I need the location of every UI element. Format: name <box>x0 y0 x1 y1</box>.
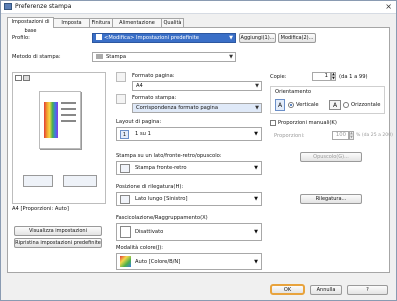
orientation-label: Orientamento <box>275 89 312 95</box>
collate-label: Fascicolazione/Raggruppamento(X) <box>116 215 208 221</box>
output-size-icon <box>116 94 126 104</box>
binding-label: Posizione di rilegatura(H): <box>116 184 184 190</box>
binding-icon <box>120 195 130 204</box>
chevron-down-icon: ▼ <box>254 131 258 137</box>
collate-select[interactable]: Disattivato ▼ <box>116 223 262 241</box>
tab-page-setup[interactable]: Imposta pagina <box>53 18 90 35</box>
page-size-value: A4 <box>136 83 143 89</box>
duplex-preview-icon <box>23 175 53 187</box>
binding-button[interactable]: Rilegatura... <box>300 194 362 204</box>
restore-defaults-button[interactable]: Ripristina impostazioni predefinite <box>14 238 102 248</box>
manual-scaling-checkbox[interactable] <box>270 120 276 126</box>
preview-mode-icon[interactable] <box>15 75 22 81</box>
window-title: Preferenze stampa <box>15 3 72 10</box>
scaling-input[interactable]: 100 <box>332 131 349 140</box>
scaling-range: % (da 25 a 200) <box>356 133 393 138</box>
copies-range: (da 1 a 99) <box>339 74 368 80</box>
duplex-select[interactable]: Stampa fronte-retro ▼ <box>116 161 262 175</box>
printer-app-icon <box>4 3 12 10</box>
profile-icon <box>96 34 102 40</box>
booklet-button[interactable]: Opuscolo(G)... <box>300 152 362 162</box>
print-preferences-window: Preferenze stampa × Impostazioni di base… <box>0 0 397 301</box>
chevron-down-icon: ▼ <box>254 229 258 235</box>
printer-icon <box>96 54 103 59</box>
duplex-label: Stampa su un lato/fronte-retro/opuscolo: <box>116 153 222 159</box>
output-method-value: Stampa <box>106 54 127 60</box>
page-size-icon <box>116 72 126 82</box>
page-layout-icon: 1 <box>120 130 129 139</box>
profile-select[interactable]: <Modifica> Impostazioni predefinite ▼ <box>92 33 236 43</box>
chevron-down-icon: ▼ <box>229 54 233 60</box>
tab-quality[interactable]: Qualità <box>161 18 184 27</box>
landscape-label: Orizzontale <box>351 102 381 108</box>
duplex-icon <box>120 164 130 173</box>
page-preview <box>39 91 81 149</box>
preview-color-bars <box>44 102 58 138</box>
preview-caption: A4 [Proporzioni: Auto] <box>12 206 69 212</box>
finishing-preview-icon <box>63 175 97 187</box>
page-size-select[interactable]: A4 ▼ <box>132 81 262 91</box>
title-bar: Preferenze stampa × <box>1 1 396 14</box>
chevron-down-icon: ▼ <box>254 165 258 171</box>
output-size-value: Corrispondenza formato pagina <box>136 105 218 111</box>
cancel-button[interactable]: Annulla <box>310 285 342 295</box>
collate-value: Disattivato <box>135 229 164 235</box>
chevron-down-icon: ▼ <box>229 35 233 41</box>
portrait-icon: A <box>275 99 285 111</box>
add-profile-button[interactable]: Aggiungi(1)... <box>239 33 276 43</box>
binding-select[interactable]: Lato lungo [Sinistro] ▼ <box>116 192 262 206</box>
preview-text-line <box>61 120 76 122</box>
preview-toggle-icon[interactable] <box>23 75 30 81</box>
tab-paper-source[interactable]: Alimentazione carta <box>112 18 162 35</box>
tab-finishing[interactable]: Finitura <box>89 18 113 27</box>
preview-pane <box>12 72 106 204</box>
orientation-group: Orientamento A Verticale A Orizzontale <box>270 86 385 114</box>
copies-input[interactable]: 1 <box>312 72 331 81</box>
scaling-stepper[interactable]: ▲ ▼ <box>349 131 354 140</box>
basic-settings-panel: Profilo: <Modifica> Impostazioni predefi… <box>7 27 393 273</box>
view-settings-button[interactable]: Visualizza impostazioni <box>14 226 102 236</box>
help-button[interactable]: ? <box>347 285 388 295</box>
copies-stepper[interactable]: ▲ ▼ <box>331 72 336 81</box>
ok-button[interactable]: OK <box>270 284 305 295</box>
binding-value: Lato lungo [Sinistro] <box>135 196 188 202</box>
portrait-label: Verticale <box>296 102 319 108</box>
preview-text-line <box>61 102 76 104</box>
output-method-select[interactable]: Stampa ▼ <box>92 52 236 62</box>
duplex-value: Stampa fronte-retro <box>135 165 187 171</box>
output-method-label: Metodo di stampa: <box>12 54 61 60</box>
page-layout-label: Layout di pagina: <box>116 119 162 125</box>
color-mode-value: Auto [Colore/B/N] <box>135 259 181 265</box>
page-layout-value: 1 su 1 <box>135 131 151 137</box>
chevron-down-icon: ▼ <box>255 105 259 111</box>
profile-value: <Modifica> Impostazioni predefinite <box>104 35 199 41</box>
tab-basic-settings[interactable]: Impostazioni di base <box>7 17 54 34</box>
page-size-label: Formato pagina: <box>132 73 175 79</box>
color-mode-select[interactable]: Auto [Colore/B/N] ▼ <box>116 253 262 270</box>
page-layout-select[interactable]: 1 1 su 1 ▼ <box>116 127 262 141</box>
landscape-icon: A <box>329 100 341 110</box>
scaling-field-label: Proporzioni: <box>274 133 305 139</box>
edit-profile-button[interactable]: Modifica(2)... <box>278 33 316 43</box>
landscape-radio[interactable] <box>343 102 349 108</box>
preview-text-line <box>61 108 76 110</box>
copies-label: Copie: <box>270 74 287 80</box>
chevron-down-icon: ▼ <box>254 196 258 202</box>
color-mode-label: Modalità colore(J): <box>116 245 164 251</box>
collate-icon <box>120 226 131 238</box>
output-size-label: Formato stampa: <box>132 95 177 101</box>
output-size-select[interactable]: Corrispondenza formato pagina ▼ <box>132 103 262 113</box>
color-mode-icon <box>120 256 131 267</box>
portrait-radio[interactable] <box>288 102 294 108</box>
chevron-down-icon: ▼ <box>254 259 258 265</box>
chevron-down-icon: ▼ <box>255 83 259 89</box>
manual-scaling-label: Proporzioni manuali(K) <box>278 120 337 126</box>
close-icon[interactable]: × <box>385 2 392 11</box>
preview-text-line <box>61 114 76 116</box>
